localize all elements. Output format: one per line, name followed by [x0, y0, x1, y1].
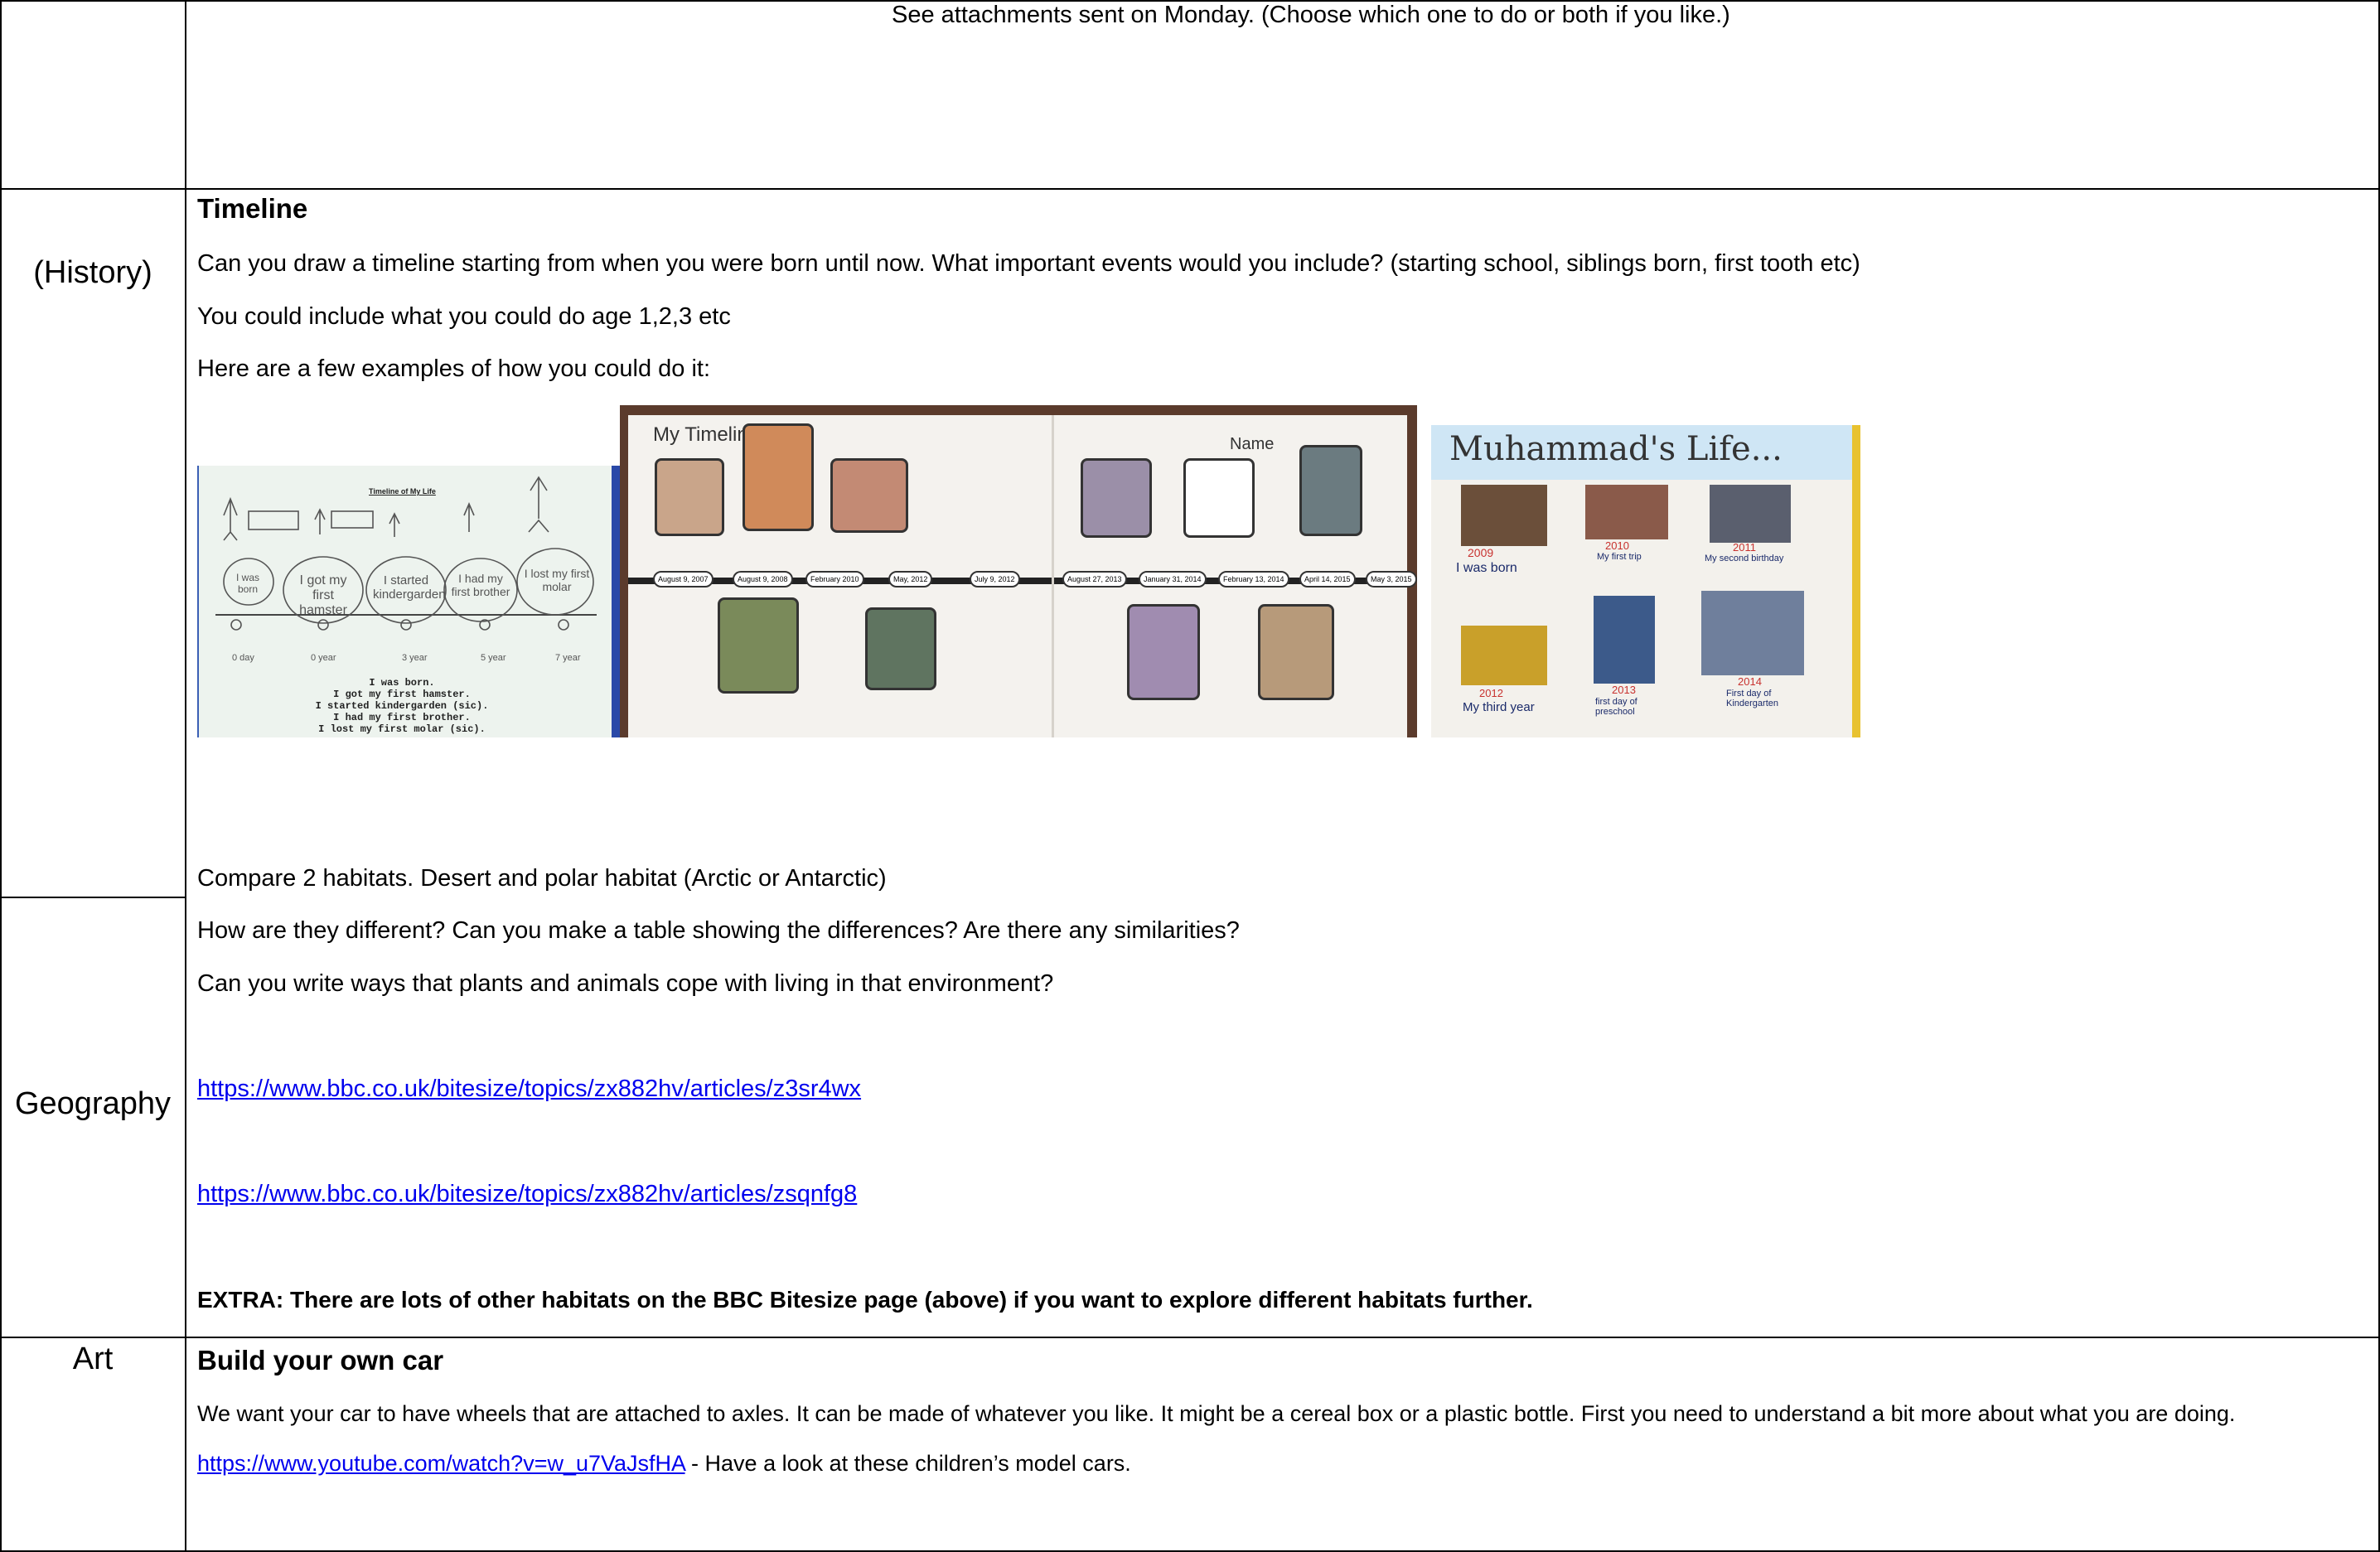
date-pill: May, 2012 [888, 571, 933, 587]
art-instruction: We want your car to have wheels that are… [197, 1401, 2236, 1426]
photo-frame [1299, 445, 1362, 536]
booklet-name-label: Name [1230, 435, 1275, 453]
example-photo-timeline: My Timeline Name August 9, 2007 August 9… [620, 405, 1417, 737]
photo-frame [1081, 458, 1152, 538]
history-instruction-3: Here are a few examples of how you could… [197, 355, 710, 382]
example-poster: Muhammad's Life... 2009 I was born 2010 … [1431, 425, 1860, 737]
drawing-age: 5 year [481, 653, 506, 663]
date-pill: February 2010 [805, 571, 864, 587]
caption-line: I got my first hamster. [333, 689, 471, 700]
date-pill: August 9, 2007 [653, 571, 714, 587]
poster-caption: I was born [1456, 561, 1517, 575]
youtube-link-description: - Have a look at these children’s model … [684, 1451, 1131, 1476]
poster-year: 2010 [1605, 539, 1629, 552]
date-pill: February 13, 2014 [1218, 571, 1289, 587]
date-pill: August 9, 2008 [733, 571, 793, 587]
row-divider [0, 897, 186, 898]
geography-instruction-2: How are they different? Can you make a t… [197, 917, 1240, 944]
caption-line: I was born. [369, 677, 435, 689]
date-pill: May 3, 2015 [1366, 571, 1417, 587]
label-column-divider [185, 0, 186, 1552]
poster-photo [1585, 485, 1668, 539]
poster-photo [1461, 626, 1547, 685]
poster-photo [1461, 485, 1547, 546]
date-pill: April 14, 2015 [1299, 571, 1356, 587]
drawing-caption: I was born. I got my first hamster. I st… [199, 677, 605, 735]
poster-caption: My second birthday [1705, 554, 1784, 563]
photo-frame [655, 458, 724, 536]
poster-year: 2009 [1468, 546, 1494, 559]
poster-year: 2013 [1612, 684, 1636, 696]
bbc-bitesize-link-2[interactable]: https://www.bbc.co.uk/bitesize/topics/zx… [197, 1181, 857, 1208]
youtube-link[interactable]: https://www.youtube.com/watch?v=w_u7VaJs… [197, 1451, 685, 1476]
lesson-table [0, 0, 2380, 1552]
drawing-age: 0 year [311, 653, 336, 663]
poster-photo [1710, 485, 1791, 543]
drawing-bubble: I lost my first molar [524, 567, 590, 593]
geography-label: Geography [14, 1086, 171, 1121]
car-heading: Build your own car [197, 1345, 444, 1376]
poster-caption: My third year [1463, 700, 1535, 714]
geography-extra-note: EXTRA: There are lots of other habitats … [197, 1287, 1533, 1313]
row-divider [0, 188, 2380, 190]
drawing-bubble: I had my first brother [451, 572, 510, 598]
geography-instruction-1: Compare 2 habitats. Desert and polar hab… [197, 865, 887, 892]
drawing-bubble: I got my first hamster [299, 573, 347, 617]
photo-frame [718, 597, 799, 694]
drawing-title: Timeline of My Life [369, 487, 436, 496]
history-instruction-1: Can you draw a timeline starting from wh… [197, 250, 1860, 277]
photo-frame [1258, 604, 1334, 700]
drawing-age: 7 year [555, 653, 581, 663]
poster-caption: My first trip [1597, 552, 1642, 562]
drawing-bubble: I started kindergarden [373, 573, 446, 602]
art-label: Art [72, 1342, 114, 1376]
date-pill: January 31, 2014 [1139, 571, 1207, 587]
poster-photo [1594, 596, 1655, 684]
poster-title: Muhammad's Life... [1449, 430, 1783, 468]
poster-year: 2012 [1479, 687, 1503, 699]
photo-frame [830, 458, 908, 533]
youtube-line: https://www.youtube.com/watch?v=w_u7VaJs… [197, 1451, 1131, 1477]
caption-line: I lost my first molar (sic). [318, 723, 486, 735]
date-pill: August 27, 2013 [1062, 571, 1127, 587]
photo-frame [743, 423, 814, 531]
photo-frame [1127, 604, 1200, 700]
history-instruction-2: You could include what you could do age … [197, 303, 731, 330]
attachment-note: See attachments sent on Monday. (Choose … [892, 2, 1730, 28]
photo-frame [1183, 458, 1255, 538]
poster-caption: First day of Kindergarten [1726, 689, 1778, 708]
history-label: (History) [33, 255, 152, 290]
date-pill: July 9, 2012 [970, 571, 1020, 587]
bbc-bitesize-link-1[interactable]: https://www.bbc.co.uk/bitesize/topics/zx… [197, 1076, 861, 1103]
geography-instruction-3: Can you write ways that plants and anima… [197, 970, 1054, 997]
drawing-age: 0 day [232, 653, 254, 663]
poster-caption: first day of preschool [1595, 697, 1637, 717]
timeline-dates: August 9, 2007 August 9, 2008 February 2… [640, 569, 1417, 592]
row-divider [0, 1337, 2380, 1338]
caption-line: I had my first brother. [333, 712, 471, 723]
photo-frame [865, 607, 936, 690]
example-timeline-drawing: Timeline of My Life I was born I got my … [197, 466, 620, 737]
poster-photo [1701, 591, 1804, 675]
poster-year: 2014 [1738, 675, 1762, 688]
poster-year: 2011 [1733, 541, 1756, 554]
drawing-bubble: I was born [235, 572, 259, 595]
timeline-heading: Timeline [197, 193, 308, 224]
caption-line: I started kindergarden (sic). [315, 700, 489, 712]
drawing-age: 3 year [402, 653, 428, 663]
